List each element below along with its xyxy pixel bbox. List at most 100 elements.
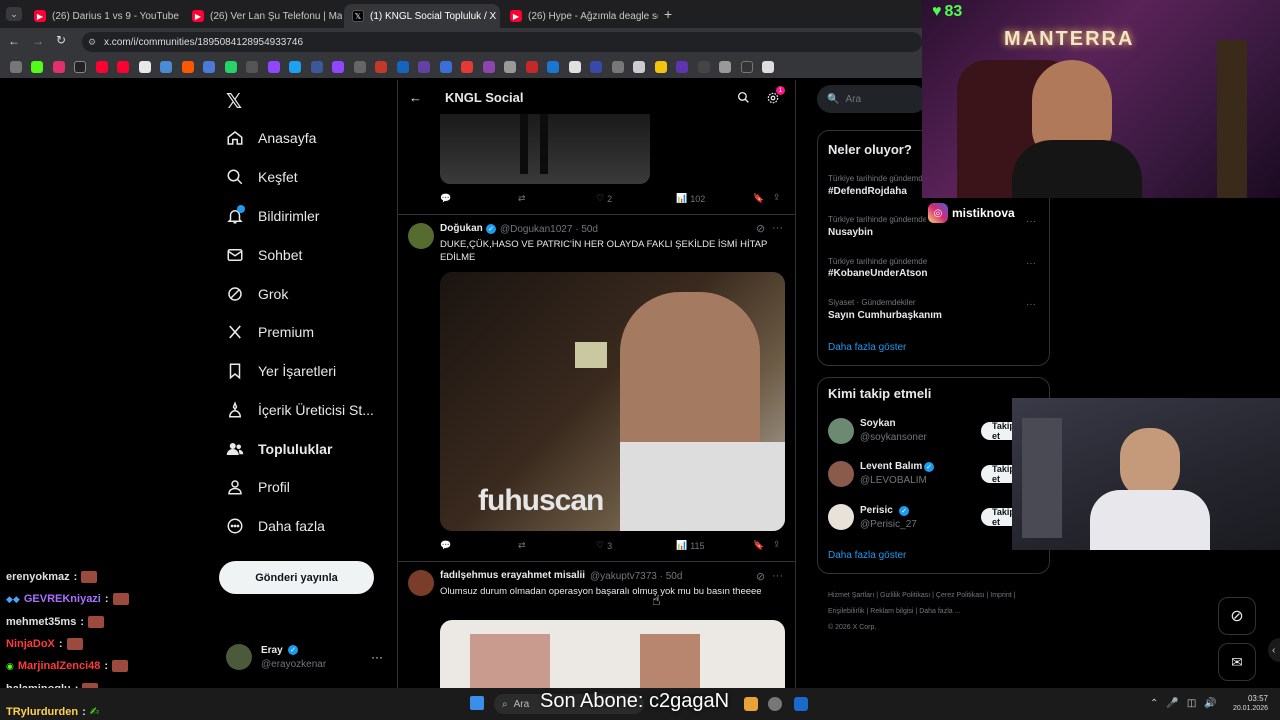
messages-float-button[interactable]: ✉	[1218, 643, 1256, 681]
post-button[interactable]: Gönderi yayınla	[219, 561, 374, 594]
reddit-icon[interactable]	[181, 61, 194, 73]
trend-item[interactable]: #DefendRojdaha	[828, 186, 907, 197]
taskbar-app-icon[interactable]	[768, 697, 782, 711]
account-menu-icon[interactable]: ···	[371, 650, 383, 664]
sidebar-item-explore[interactable]: Keşfet	[226, 159, 298, 195]
search-input[interactable]: 🔍 Ara	[817, 85, 927, 113]
sidebar-item-home[interactable]: Anasayfa	[226, 120, 316, 156]
taskbar-app-icon[interactable]	[744, 697, 758, 711]
footer-link[interactable]: Daha fazla ...	[919, 608, 960, 615]
avatar[interactable]	[226, 644, 252, 670]
google-icon[interactable]	[138, 61, 151, 73]
bookmark-icon[interactable]	[482, 61, 495, 73]
bookmark-icon[interactable]	[719, 61, 731, 73]
forward-icon[interactable]: →	[32, 34, 44, 48]
share-button[interactable]: ⇪	[773, 539, 781, 550]
url-field[interactable]: x.com/i/communities/1895084128954933746	[82, 32, 922, 52]
x-logo-icon[interactable]: 𝕏	[226, 89, 242, 114]
tab-youtube-3[interactable]: ▶ (26) Hype - Ağzımla deagle ses ✕	[502, 4, 658, 28]
bookmark-icon[interactable]	[633, 61, 645, 73]
sidebar-item-bookmarks[interactable]: Yer İşaretleri	[226, 353, 336, 389]
steam-icon[interactable]	[794, 697, 808, 711]
tab-youtube-2[interactable]: ▶ (26) Ver Lan Şu Telefonu | Mahr ✕	[184, 4, 342, 28]
tweet-author[interactable]: fadılşehmus erayahmet misalii	[440, 570, 585, 581]
whatsapp-icon[interactable]	[224, 61, 237, 73]
show-more-link[interactable]: Daha fazla göster	[828, 342, 906, 353]
bookmark-button[interactable]: 🔖	[753, 193, 764, 204]
bookmark-icon[interactable]	[676, 61, 688, 73]
sidebar-item-notifications[interactable]: Bildirimler	[226, 198, 319, 234]
bookmark-icon[interactable]	[762, 61, 774, 73]
sidebar-item-grok[interactable]: Grok	[226, 276, 288, 312]
trend-item[interactable]: Sayın Cumhurbaşkanım	[828, 310, 942, 321]
follow-name[interactable]: Soykan	[860, 418, 896, 429]
sidebar-item-premium[interactable]: Premium	[226, 314, 314, 350]
share-button[interactable]: ⇪	[773, 192, 781, 203]
bookmark-icon[interactable]	[461, 61, 473, 73]
retweet-button[interactable]: ⇄	[518, 193, 526, 204]
avatar[interactable]	[828, 504, 854, 530]
bookmark-icon[interactable]	[267, 61, 280, 73]
avatar[interactable]	[408, 223, 434, 249]
reload-icon[interactable]: ↻	[56, 33, 66, 47]
bookmark-icon[interactable]	[504, 61, 516, 73]
footer-link[interactable]: Gizlilik Politikası	[880, 592, 930, 599]
show-more-link[interactable]: Daha fazla göster	[828, 550, 906, 561]
new-tab-button[interactable]: +	[664, 6, 672, 22]
search-icon[interactable]	[737, 91, 750, 104]
grok-icon[interactable]: ⊘	[756, 570, 765, 583]
bookmark-icon[interactable]	[568, 61, 581, 73]
more-icon[interactable]: ···	[772, 222, 783, 234]
back-icon[interactable]: ←	[8, 34, 20, 48]
bookmark-icon[interactable]	[611, 61, 624, 73]
like-button[interactable]: ♡ 2	[596, 193, 612, 204]
bookmark-icon[interactable]	[396, 61, 409, 73]
reply-button[interactable]: 💬	[440, 193, 451, 204]
more-icon[interactable]: ···	[772, 570, 783, 582]
bookmark-icon[interactable]	[246, 61, 258, 73]
bookmark-icon[interactable]	[525, 61, 538, 73]
footer-link[interactable]: Hizmet Şartları	[828, 592, 874, 599]
tab-search-button[interactable]: ⌄	[6, 7, 22, 21]
site-info-icon[interactable]: ⚙	[88, 37, 96, 48]
tab-youtube-1[interactable]: ▶ (26) Darius 1 vs 9 - YouTube ✕	[26, 4, 182, 28]
footer-link[interactable]: Reklam bilgisi	[870, 608, 913, 615]
twitch-icon[interactable]	[332, 61, 344, 73]
footer-link[interactable]: Imprint	[990, 592, 1011, 599]
retweet-button[interactable]: ⇄	[518, 540, 526, 551]
bookmark-icon[interactable]	[547, 61, 559, 73]
bookmark-icon[interactable]	[740, 61, 753, 73]
tweet-video[interactable]: fuhuscan	[440, 272, 785, 531]
tab-x-active[interactable]: 𝕏 (1) KNGL Social Topluluk / X ✕	[344, 4, 500, 28]
youtube-icon[interactable]	[95, 61, 108, 73]
tweet-author[interactable]: Doğukan	[440, 223, 483, 234]
reply-button[interactable]: 💬	[440, 540, 451, 551]
more-icon[interactable]: ···	[1026, 216, 1036, 227]
system-tray-icons[interactable]: ⌃🎤◫🔊	[1150, 698, 1225, 709]
sidebar-item-communities[interactable]: Topluluklar	[226, 431, 332, 467]
sidebar-item-chat[interactable]: Sohbet	[226, 237, 302, 273]
footer-link[interactable]: Çerez Politikası	[936, 592, 985, 599]
bookmark-icon[interactable]	[160, 61, 172, 73]
tweet-media[interactable]	[440, 114, 650, 184]
windows-start-icon[interactable]	[470, 696, 484, 710]
bookmark-icon[interactable]	[439, 61, 452, 73]
bookmark-icon[interactable]	[375, 61, 387, 73]
bookmark-icon[interactable]	[203, 61, 215, 73]
collapse-icon[interactable]: ‹	[1268, 638, 1280, 662]
instagram-icon[interactable]	[52, 61, 65, 73]
avatar[interactable]	[828, 461, 854, 487]
grok-icon[interactable]: ⊘	[756, 222, 765, 235]
bookmark-icon[interactable]	[654, 61, 667, 73]
follow-name[interactable]: Perisic	[860, 505, 893, 516]
tweet-media[interactable]	[440, 620, 785, 688]
like-button[interactable]: ♡ 3	[596, 540, 612, 551]
facebook-icon[interactable]	[310, 61, 323, 73]
trend-item[interactable]: #KobaneUnderAtson	[828, 268, 927, 279]
bookmark-icon[interactable]	[697, 61, 710, 73]
x-logo-icon[interactable]	[74, 61, 86, 73]
follow-name[interactable]: Levent Balım	[860, 461, 922, 472]
avatar[interactable]	[408, 570, 434, 596]
bookmark-icon[interactable]	[590, 61, 602, 73]
youtube-icon[interactable]	[117, 61, 129, 73]
